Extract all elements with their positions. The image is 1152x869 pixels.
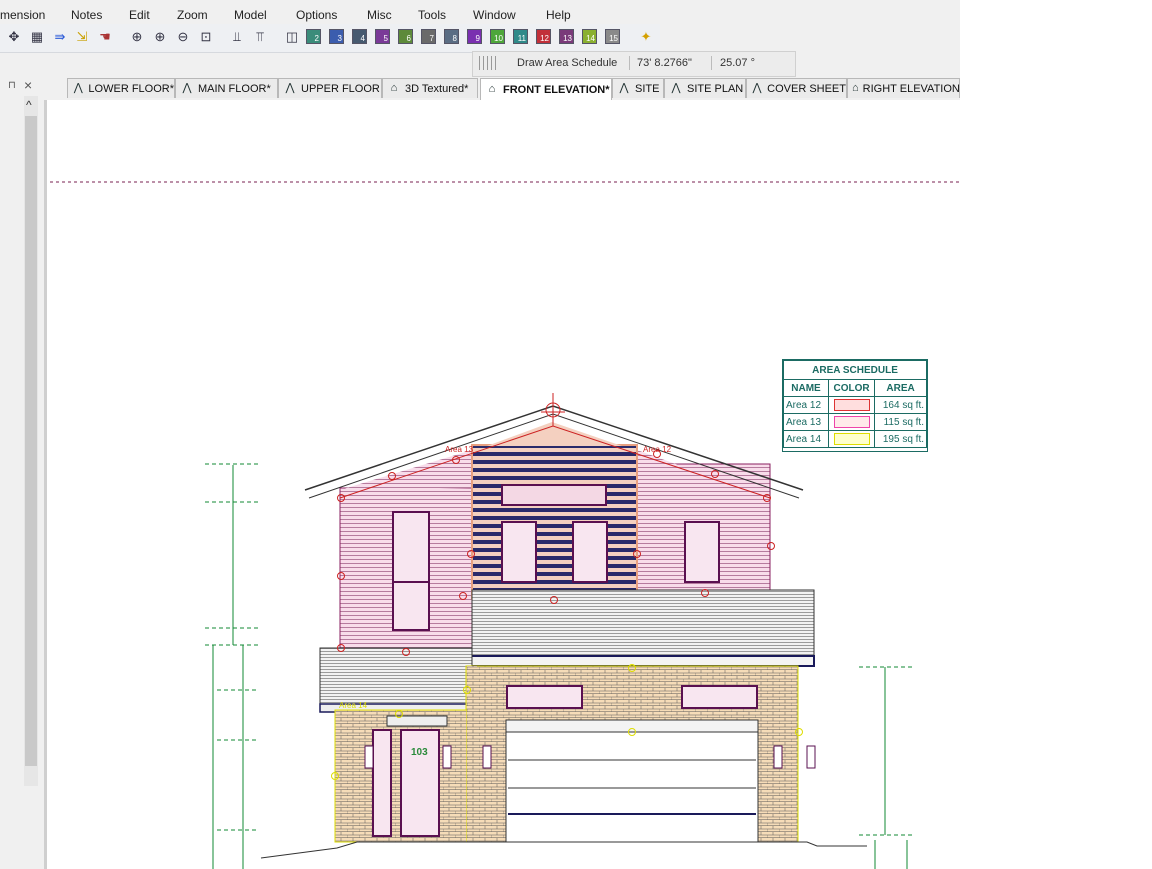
floor-5-icon[interactable]: 5 — [375, 29, 390, 44]
tab-lower-floor[interactable]: ⋀ LOWER FLOOR* — [67, 78, 175, 98]
light-icon[interactable]: ✦ — [638, 29, 654, 45]
menu-dimension[interactable]: mension — [0, 8, 45, 22]
drawing-canvas[interactable]: 103 Area 13 Area 12 Area 14 — [44, 100, 960, 869]
tab-main-floor[interactable]: ⋀ MAIN FLOOR* — [175, 78, 278, 98]
menu-zoom[interactable]: Zoom — [177, 8, 208, 22]
row-name: Area 12 — [783, 396, 829, 414]
row-color — [827, 413, 876, 431]
status-action: Draw Area Schedule — [517, 57, 618, 69]
zoom-out-icon[interactable]: ⊖ — [175, 29, 191, 45]
status-angle: 25.07 ° — [720, 57, 755, 69]
menu-bar: mension Notes Edit Zoom Model Options Mi… — [0, 4, 960, 26]
tab-front-elevation[interactable]: ⌂ FRONT ELEVATION* — [480, 78, 612, 100]
floor-15-icon[interactable]: 15 — [605, 29, 620, 44]
close-icon[interactable]: × — [24, 77, 32, 93]
status-readout: Draw Area Schedule 73' 8.2766" 25.07 ° — [472, 51, 796, 77]
floor-up-icon[interactable]: ⫪ — [252, 29, 268, 45]
table-row: Area 14 195 sq ft. — [783, 430, 927, 448]
row-area: 195 sq ft. — [874, 430, 927, 448]
table-row: Area 13 115 sq ft. — [783, 413, 927, 431]
plan-icon: ⋀ — [73, 82, 83, 94]
color-swatch — [833, 399, 870, 411]
menu-misc[interactable]: Misc — [367, 8, 392, 22]
tab-cover-sheet[interactable]: ⋀ COVER SHEET — [746, 78, 847, 98]
status-divider — [711, 56, 712, 70]
area-label-right: Area 12 — [643, 445, 672, 454]
elevation-icon: ⌂ — [852, 82, 859, 94]
tab-site-plan[interactable]: ⋀ SITE PLAN — [664, 78, 746, 98]
row-name: Area 13 — [783, 413, 829, 431]
col-header-area: AREA — [874, 379, 927, 397]
floor-down-icon[interactable]: ⫫ — [229, 29, 245, 45]
tab-3d-textured[interactable]: ⌂ 3D Textured* — [382, 78, 478, 98]
move-icon[interactable]: ✥ — [6, 29, 22, 45]
floor-11-icon[interactable]: 11 — [513, 29, 528, 44]
area-label-lower: Area 14 — [339, 701, 368, 710]
zoom-icon[interactable]: ⊕ — [129, 29, 145, 45]
floor-1-icon[interactable]: ◫ — [284, 29, 300, 45]
tab-site[interactable]: ⋀ SITE — [612, 78, 664, 98]
area-schedule-title: AREA SCHEDULE — [783, 360, 927, 380]
menu-window[interactable]: Window — [473, 8, 516, 22]
row-area: 164 sq ft. — [874, 396, 927, 414]
tab-right-elevation[interactable]: ⌂ RIGHT ELEVATION — [847, 78, 960, 98]
plan-icon: ⋀ — [182, 82, 192, 94]
transfer-icon[interactable]: ⇛ — [52, 29, 68, 45]
color-swatch — [833, 433, 870, 445]
floor-6-icon[interactable]: 6 — [398, 29, 413, 44]
floor-12-icon[interactable]: 12 — [536, 29, 551, 44]
zoom-fill-icon[interactable]: ⊡ — [198, 29, 214, 45]
row-area: 115 sq ft. — [874, 413, 927, 431]
table-row: Area 12 164 sq ft. — [783, 396, 927, 414]
floor-8-icon[interactable]: 8 — [444, 29, 459, 44]
elevation-drawing: 103 Area 13 Area 12 Area 14 — [50, 181, 960, 869]
row-color — [827, 430, 876, 448]
scrollbar-thumb[interactable] — [25, 116, 37, 766]
floor-9-icon[interactable]: 9 — [467, 29, 482, 44]
tab-upper-floor[interactable]: ⋀ UPPER FLOOR — [278, 78, 382, 98]
pointer-hand-icon[interactable]: ☚ — [97, 29, 113, 45]
menu-model[interactable]: Model — [234, 8, 267, 22]
col-header-color: COLOR — [827, 379, 876, 397]
area-schedule-grid: AREA SCHEDULE NAME COLOR AREA Area 12 16… — [783, 360, 927, 448]
elevation-icon: ⌂ — [488, 83, 496, 95]
grip-handle[interactable] — [479, 56, 497, 70]
floor-3-icon[interactable]: 3 — [329, 29, 344, 44]
view-tabs: ⋀ LOWER FLOOR* ⋀ MAIN FLOOR* ⋀ UPPER FLOOR … — [44, 78, 960, 101]
plan-icon: ⋀ — [752, 82, 762, 94]
zoom-in-icon[interactable]: ⊕ — [152, 29, 168, 45]
floor-10-icon[interactable]: 10 — [490, 29, 505, 44]
plan-icon: ⋀ — [671, 82, 681, 94]
floor-2-icon[interactable]: 2 — [306, 29, 321, 44]
plan-icon: ⋀ — [285, 82, 295, 94]
main-toolbar: ✥ ▦ ⇛ ⇲ ☚ ⊕ ⊕ ⊖ ⊡ ⫫ ⫪ ◫ 2 3 4 5 6 7 8 9 … — [0, 24, 660, 53]
col-header-name: NAME — [783, 379, 829, 397]
status-distance: 73' 8.2766" — [637, 57, 692, 69]
floor-13-icon[interactable]: 13 — [559, 29, 574, 44]
area-schedule-table[interactable]: AREA SCHEDULE NAME COLOR AREA Area 12 16… — [782, 359, 928, 452]
status-divider — [629, 56, 630, 70]
row-color — [827, 396, 876, 414]
menu-options[interactable]: Options — [296, 8, 337, 22]
scroll-up-icon[interactable]: ^ — [26, 98, 32, 112]
floor-7-icon[interactable]: 7 — [421, 29, 436, 44]
color-swatch — [833, 416, 870, 428]
floor-4-icon[interactable]: 4 — [352, 29, 367, 44]
menu-tools[interactable]: Tools — [418, 8, 446, 22]
door-number-label: 103 — [411, 747, 428, 758]
row-name: Area 14 — [783, 430, 829, 448]
floor-14-icon[interactable]: 14 — [582, 29, 597, 44]
house-3d-icon: ⌂ — [390, 82, 398, 94]
menu-notes[interactable]: Notes — [71, 8, 102, 22]
app-window: mension Notes Edit Zoom Model Options Mi… — [0, 0, 960, 869]
pin-icon[interactable]: ⊓ — [8, 80, 16, 91]
menu-edit[interactable]: Edit — [129, 8, 150, 22]
area-label-left: Area 13 — [445, 445, 474, 454]
layer-icon[interactable]: ⇲ — [74, 29, 90, 45]
select-icon[interactable]: ▦ — [29, 29, 45, 45]
plan-icon: ⋀ — [619, 82, 629, 94]
menu-help[interactable]: Help — [546, 8, 571, 22]
